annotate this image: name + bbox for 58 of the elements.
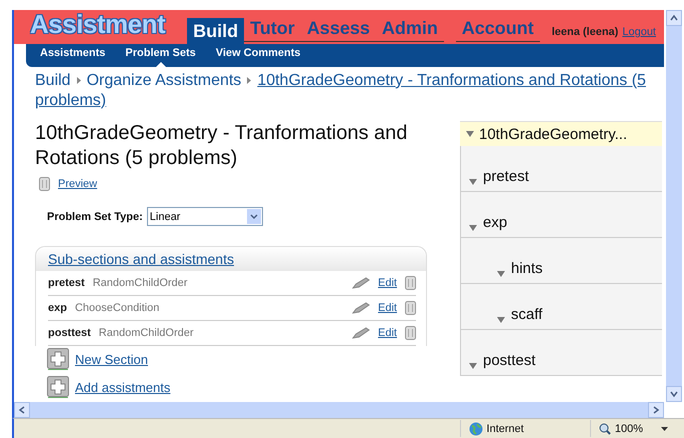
zoom-level[interactable]: 100% <box>614 422 643 434</box>
expand-triangle-icon[interactable] <box>497 317 505 323</box>
section-order: RandomChildOrder <box>98 327 195 339</box>
section-order: ChooseCondition <box>74 302 160 314</box>
trash-icon[interactable] <box>405 301 416 315</box>
plus-icon[interactable] <box>47 376 69 398</box>
edit-link[interactable]: Edit <box>378 277 397 289</box>
pencil-icon <box>352 277 370 289</box>
plus-icon[interactable] <box>47 348 69 370</box>
caret-icon[interactable] <box>661 426 668 430</box>
trash-icon[interactable] <box>405 326 416 340</box>
zone-label: Internet <box>486 422 524 434</box>
sub-nav-item[interactable]: Assistments <box>40 47 106 60</box>
pencil-icon <box>352 327 370 339</box>
horizontal-scrollbar[interactable] <box>12 402 664 418</box>
expand-triangle-icon[interactable] <box>469 363 477 369</box>
nav-tab[interactable]: Build <box>187 18 244 44</box>
vertical-scrollbar[interactable] <box>666 10 682 402</box>
section-order: RandomChildOrder <box>92 277 188 289</box>
separator-arrow-icon <box>76 77 81 84</box>
tree-root[interactable]: 10thGradeGeometry... <box>460 121 662 146</box>
chevron-icon[interactable] <box>669 13 679 23</box>
scroll-arrow-button[interactable] <box>14 402 30 418</box>
tree-row[interactable]: hints <box>461 238 662 284</box>
tree-row[interactable]: exp <box>461 192 662 238</box>
section-name: exp <box>48 302 67 314</box>
edit-link[interactable]: Edit <box>378 302 397 314</box>
scroll-arrow-button[interactable] <box>666 10 682 26</box>
expand-triangle-icon[interactable] <box>466 131 474 137</box>
globe-icon <box>468 422 483 436</box>
tree-row[interactable]: pretest <box>461 146 662 192</box>
expand-triangle-icon[interactable] <box>469 225 477 231</box>
breadcrumb-trail[interactable]: Build Organize Assistments 10thGradeGeometry - Tranformations and Rotations (5 problems) <box>14 67 664 111</box>
sub-nav-item[interactable]: View Comments <box>216 47 301 60</box>
trash-icon[interactable] <box>39 177 50 191</box>
pencil-icon <box>352 302 370 314</box>
chevron-icon[interactable] <box>17 405 27 415</box>
page-title: 10thGradeGeometry - Tranformations and Rotations (5 problems) <box>35 121 408 171</box>
problem-set-type-dropdown[interactable]: Linear <box>146 207 263 226</box>
tree-row[interactable]: scaff <box>461 284 662 330</box>
action-link[interactable]: New Section <box>75 352 148 366</box>
field-label: Problem Set Type: <box>47 210 143 222</box>
scroll-arrow-button[interactable] <box>666 386 682 402</box>
expand-triangle-icon[interactable] <box>469 179 477 185</box>
chevron-down-icon[interactable] <box>250 214 258 220</box>
section-name: pretest <box>48 277 85 289</box>
scroll-arrow-button[interactable] <box>648 402 664 418</box>
tree-row[interactable]: posttest <box>461 330 662 376</box>
action-link[interactable]: Add assistments <box>75 380 170 394</box>
separator-arrow-icon <box>247 77 252 84</box>
expand-triangle-icon[interactable] <box>497 271 505 277</box>
zoom-icon[interactable] <box>598 422 611 434</box>
preview-link[interactable]: Preview <box>58 178 98 190</box>
trash-icon[interactable] <box>405 276 416 290</box>
edit-link[interactable]: Edit <box>378 327 397 339</box>
user-name: leena (leena) <box>552 26 618 38</box>
section-name: posttest <box>48 327 91 339</box>
sub-nav-item[interactable]: Problem Sets <box>125 47 196 60</box>
